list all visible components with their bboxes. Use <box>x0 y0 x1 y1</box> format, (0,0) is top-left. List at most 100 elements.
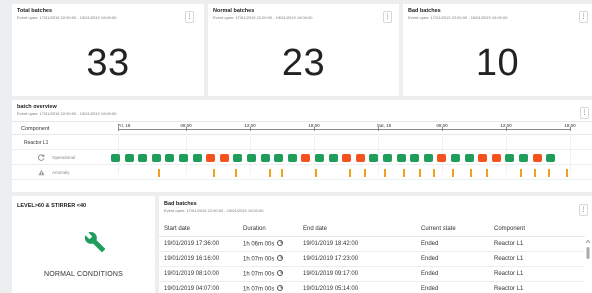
cell-text: Reactor L1 <box>494 255 524 262</box>
batch-bar-normal[interactable] <box>274 154 284 162</box>
batch-bar-normal[interactable] <box>179 154 188 162</box>
batch-bar-normal[interactable] <box>505 154 515 162</box>
batch-bar-normal[interactable] <box>260 154 270 162</box>
batch-bar-normal[interactable] <box>369 154 379 162</box>
table-cell: Ended <box>416 236 489 252</box>
card-menu-button[interactable]: ⋮ <box>579 11 588 23</box>
anomaly-marker[interactable] <box>419 169 421 177</box>
normal-batches-value: 23 <box>281 42 326 84</box>
anomaly-marker[interactable] <box>281 169 283 177</box>
column-header[interactable]: Current state <box>416 222 489 237</box>
anomaly-marker[interactable] <box>269 169 271 177</box>
batch-bar-normal[interactable] <box>192 154 202 162</box>
total-batches-value: 33 <box>86 42 130 84</box>
card-menu-button[interactable]: ⋮ <box>185 11 194 23</box>
cell-text: 1h 07m 00s <box>243 256 275 263</box>
batch-bar-bad[interactable] <box>532 154 542 162</box>
anomaly-marker[interactable] <box>452 169 454 177</box>
anomaly-marker[interactable] <box>158 169 160 177</box>
anomaly-marker[interactable] <box>534 169 536 177</box>
batch-overview-panel: batch overview Event open: 17/01/2019 22… <box>12 100 592 192</box>
anomaly-marker[interactable] <box>403 169 405 177</box>
cell-text: Reactor L1 <box>494 270 524 277</box>
anomaly-marker[interactable] <box>315 169 317 177</box>
table-scrollbar[interactable] <box>585 236 591 293</box>
table-row[interactable]: 19/01/2019 04:07:00 1h 07m 00s 19/01/2019 … <box>159 281 585 293</box>
batch-bar-normal[interactable] <box>165 154 175 162</box>
anomaly-marker[interactable] <box>566 169 568 177</box>
batch-bar-normal[interactable] <box>138 154 148 162</box>
column-header[interactable]: Start date <box>159 222 238 237</box>
batch-bar-normal[interactable] <box>519 154 528 162</box>
batch-bar-normal[interactable] <box>383 154 392 162</box>
clock-icon <box>277 239 284 246</box>
clock-icon <box>277 269 284 276</box>
batch-bar-normal[interactable] <box>396 154 406 162</box>
batch-bar-bad[interactable] <box>478 154 488 162</box>
table-cell: Ended <box>416 281 489 293</box>
batch-bar-normal[interactable] <box>124 154 134 162</box>
batch-bar-bad[interactable] <box>437 154 447 162</box>
column-header[interactable]: Component <box>489 222 585 237</box>
batch-bar-bad[interactable] <box>355 154 365 162</box>
card-title: Normal batches <box>213 8 255 14</box>
cell-text: 19/01/2019 18:42:00 <box>303 240 359 247</box>
anomaly-marker[interactable] <box>213 169 215 177</box>
column-header[interactable]: End date <box>298 222 416 237</box>
batch-bar-bad[interactable] <box>342 154 352 162</box>
table-cell: Reactor L1 <box>489 281 585 293</box>
batch-bar-normal[interactable] <box>151 154 161 162</box>
anomaly-marker[interactable] <box>520 169 522 177</box>
batch-bar-normal[interactable] <box>287 154 297 162</box>
table-row[interactable]: 19/01/2019 17:36:00 1h 06m 00s 19/01/2019 … <box>159 236 585 252</box>
cell-text: 19/01/2019 09:17:00 <box>303 270 359 277</box>
table-cell: Ended <box>416 251 489 267</box>
anomaly-marker[interactable] <box>470 169 472 177</box>
anomaly-marker[interactable] <box>486 169 488 177</box>
batch-bar-normal[interactable] <box>233 154 243 162</box>
table-cell: 19/01/2019 05:14:00 <box>298 281 416 293</box>
batch-bar-normal[interactable] <box>111 154 120 162</box>
condition-card: LEVEL>60 & STIRRER <40 NORMAL CONDITIONS <box>12 196 155 293</box>
anomaly-marker[interactable] <box>433 169 435 177</box>
tick-label: 18:00 <box>308 123 320 128</box>
batch-bar-normal[interactable] <box>423 154 433 162</box>
table-row[interactable]: 19/01/2019 16:16:00 1h 07m 00s 19/01/2019 … <box>159 251 585 267</box>
batch-bar-normal[interactable] <box>464 154 474 162</box>
anomaly-marker[interactable] <box>235 169 237 177</box>
batch-bar-normal[interactable] <box>451 154 460 162</box>
table-cell: 1h 06m 00s <box>238 236 298 252</box>
card-subtitle: Event open: 17/01/2019 22:00:00 - 19/01/… <box>17 15 117 20</box>
batch-bar-normal[interactable] <box>247 154 256 162</box>
overview-menu-button[interactable]: ⋮ <box>580 107 589 119</box>
anomaly-marker[interactable] <box>548 169 550 177</box>
batch-bar-bad[interactable] <box>301 154 311 162</box>
batch-bar-normal[interactable] <box>410 154 420 162</box>
anomaly-marker[interactable] <box>349 169 351 177</box>
bad-batches-table: Start date Duration End date Current sta… <box>159 222 585 293</box>
table-menu-button[interactable]: ⋮ <box>579 204 588 216</box>
batch-bar-bad[interactable] <box>491 154 501 162</box>
table-row[interactable]: 19/01/2019 08:10:00 1h 07m 00s 19/01/2019 … <box>159 266 585 282</box>
table-cell: 19/01/2019 17:23:00 <box>298 251 416 267</box>
overview-subtitle: Event open: 17/01/2019 22:00:00 - 19/01/… <box>17 111 117 116</box>
tick-label: 06:00 <box>180 123 192 128</box>
batch-bar-bad[interactable] <box>206 154 216 162</box>
tick-label: 06:00 <box>436 123 448 128</box>
batch-bar-normal[interactable] <box>328 154 338 162</box>
column-header[interactable]: Duration <box>238 222 298 237</box>
anomaly-marker[interactable] <box>384 169 386 177</box>
card-subtitle: Event open: 17/01/2019 22:00:00 - 19/01/… <box>408 15 508 20</box>
anomaly-marker[interactable] <box>364 169 366 177</box>
warning-icon <box>38 169 45 178</box>
batch-bar-normal[interactable] <box>546 154 556 162</box>
cell-text: 19/01/2019 04:07:00 <box>164 285 220 292</box>
bad-batches-card: Bad batches Event open: 17/01/2019 22:00… <box>403 4 592 96</box>
table-title: Bad batches <box>164 201 197 207</box>
batch-bar-normal[interactable] <box>315 154 324 162</box>
cell-text: Ended <box>421 240 439 247</box>
card-menu-button[interactable]: ⋮ <box>383 11 392 23</box>
table-cell: Reactor L1 <box>489 266 585 282</box>
cell-text: 19/01/2019 05:14:00 <box>303 285 359 292</box>
batch-bar-bad[interactable] <box>219 154 229 162</box>
